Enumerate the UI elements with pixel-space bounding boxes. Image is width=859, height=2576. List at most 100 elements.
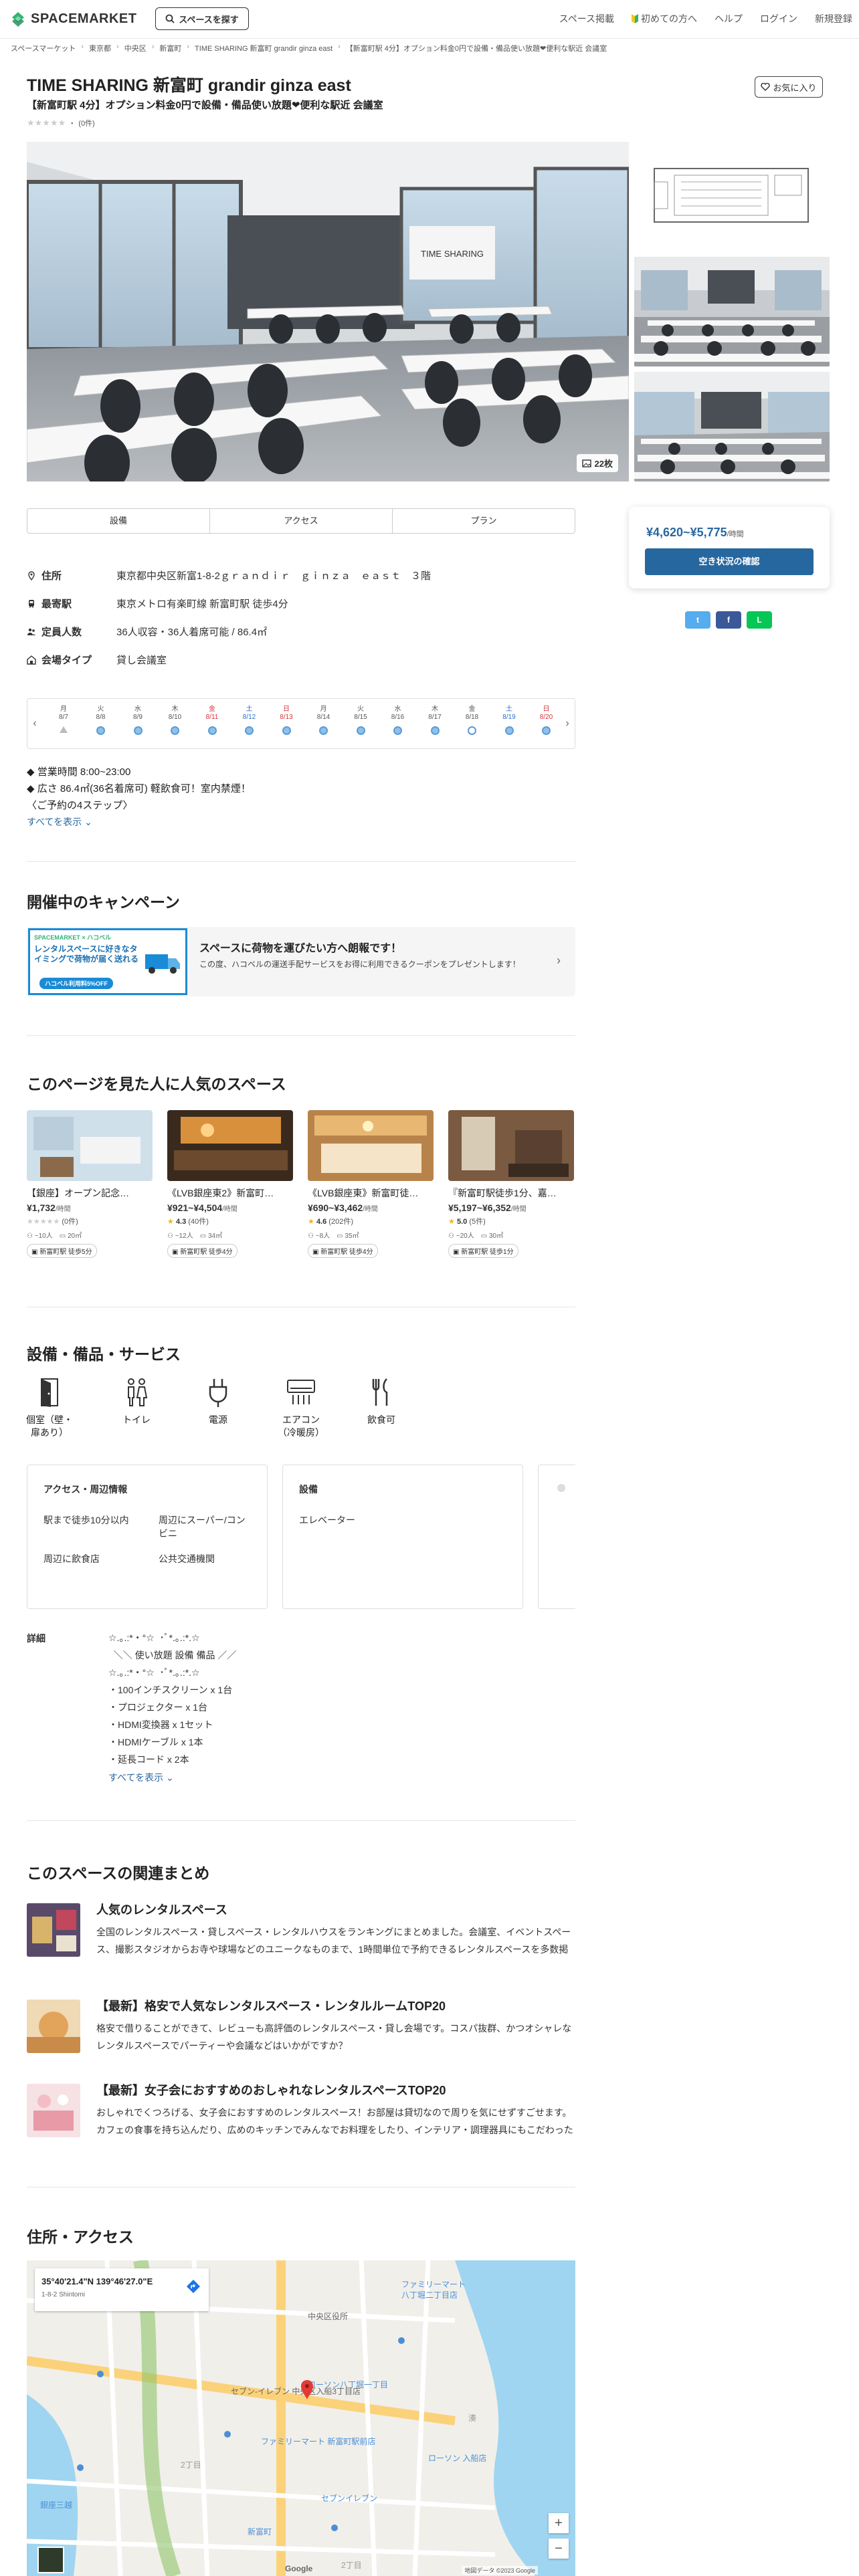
space-card[interactable]: 【銀座】オープン記念… ¥1,732/時間 ★★★★★ (0件) ⚇ ~10人 ▭ 20… — [27, 1110, 153, 1258]
favorite-button[interactable]: お気に入り — [755, 76, 823, 98]
related-article[interactable]: 人気のレンタルスペース 全国のレンタルスペース・貸しスペース・レンタルハウスをラ… — [27, 1901, 575, 1967]
card-price-value: ¥1,732 — [27, 1202, 56, 1213]
show-more-detail[interactable]: すべてを表示 ⌄ — [108, 1771, 174, 1784]
main-photo[interactable]: TIME SHARING 22枚 — [27, 142, 629, 481]
card-capacity-value: ~12人 — [175, 1232, 193, 1240]
card-image — [27, 1110, 153, 1181]
calendar-day[interactable]: 日 8/13 — [269, 703, 304, 735]
google-map[interactable]: ファミリーマート 八丁堀二丁目店 ローソン八丁堀一丁目 ファミリーマート 新富町… — [27, 2260, 575, 2576]
nav-help[interactable]: ヘルプ — [714, 12, 743, 25]
calendar-weekday: 月 — [60, 706, 67, 713]
room-thumbnail[interactable] — [634, 257, 830, 366]
rating-stars: ★★★★★ — [27, 118, 66, 128]
review-count[interactable]: (0件) — [78, 118, 94, 128]
booking-panel: ¥4,620~¥5,775/時間 空き状況の確認 — [629, 507, 830, 588]
campaign-banner: SPACEMARKET × ハコベル レンタルスペースに好きなタイミングで荷物が… — [28, 928, 187, 995]
twitter-share-button[interactable]: t — [685, 611, 710, 629]
room-thumbnail[interactable] — [634, 372, 830, 481]
directions-icon[interactable] — [186, 2279, 201, 2294]
calendar-day[interactable]: 土 8/19 — [492, 703, 527, 735]
card-name: 【銀座】オープン記念… — [27, 1188, 130, 1198]
card-meta: ⚇ ~10人 ▭ 20㎡ — [27, 1230, 153, 1240]
banner-text: レンタルスペースに好きなタイミングで荷物が届く送れる — [34, 944, 139, 964]
nav-signup[interactable]: 新規登録 — [815, 12, 852, 25]
campaign-card[interactable]: SPACEMARKET × ハコベル レンタルスペースに好きなタイミングで荷物が… — [27, 927, 575, 996]
card-area-value: 20㎡ — [67, 1232, 82, 1240]
calendar-day[interactable]: 水 8/9 — [120, 703, 155, 735]
card-price: ¥921~¥4,504/時間 — [167, 1202, 293, 1213]
calendar-date: 8/13 — [280, 714, 293, 721]
nav-list-space[interactable]: スペース掲載 — [559, 12, 614, 25]
calendar-day[interactable]: 土 8/12 — [232, 703, 267, 735]
calendar-date: 8/11 — [205, 714, 219, 721]
info-label: 定員人数 — [41, 627, 82, 638]
space-card[interactable]: 《LVB銀座東》新富町徒… ¥690~¥3,462/時間 ★ 4.6 (202件) ⚇… — [308, 1110, 434, 1258]
area-icon: ▭ — [337, 1232, 343, 1240]
calendar-next-button[interactable]: › — [560, 699, 575, 748]
tab-plans[interactable]: プラン — [393, 509, 575, 533]
calendar-day[interactable]: 木 8/17 — [417, 703, 452, 735]
card-station-value: 新富町駅 徒歩5分 — [39, 1249, 92, 1256]
card-name: 《LVB銀座東》新富町徒… — [308, 1188, 419, 1198]
zoom-in-button[interactable]: + — [549, 2513, 569, 2533]
nav-beginners[interactable]: 初めての方へ — [632, 12, 697, 25]
related-article[interactable]: 【最新】女子会におすすめのおしゃれなレンタルスペースTOP20 おしゃれでくつろ… — [27, 2081, 575, 2148]
breadcrumb-item[interactable]: 東京都 — [89, 43, 111, 53]
breadcrumb-item[interactable]: 中央区 — [124, 43, 147, 53]
tab-access[interactable]: アクセス — [210, 509, 393, 533]
check-availability-button[interactable]: 空き状況の確認 — [645, 548, 814, 575]
calendar-day[interactable]: 火 8/15 — [343, 703, 378, 735]
chevron-right-icon: › — [557, 954, 561, 967]
calendar-weekday: 日 — [283, 706, 290, 713]
line-share-button[interactable]: L — [747, 611, 772, 629]
map-label: 銀座三越 — [40, 2500, 72, 2510]
calendar-day[interactable]: 金 8/11 — [195, 703, 229, 735]
banner-brand: SPACEMARKET × ハコベル — [34, 934, 112, 941]
calendar-day[interactable]: 日 8/20 — [529, 703, 564, 735]
page-title: TIME SHARING 新富町 grandir ginza east — [27, 76, 351, 95]
available-icon — [282, 726, 291, 735]
space-card[interactable]: 『新富町駅徒歩1分、嘉… ¥5,197~¥6,352/時間 ★ 5.0 (5件) ⚇ … — [448, 1110, 574, 1258]
calendar-day[interactable]: 水 8/16 — [381, 703, 415, 735]
floorplan-thumbnail[interactable] — [634, 142, 830, 251]
closed-icon — [60, 726, 68, 733]
site-header: SPACEMARKET スペースを探す スペース掲載 初めての方へ ヘルプ ログ… — [0, 0, 859, 39]
breadcrumb-item[interactable]: スペースマーケット — [11, 43, 76, 53]
amenities-heading: 設備・備品・サービス — [27, 1346, 181, 1363]
calendar-day[interactable]: 月 8/14 — [306, 703, 341, 735]
calendar-day[interactable]: 木 8/10 — [158, 703, 193, 735]
photos-icon — [581, 459, 591, 467]
photo-count-badge[interactable]: 22枚 — [576, 454, 618, 472]
card-area-value: 34㎡ — [207, 1232, 223, 1240]
related-article[interactable]: 【最新】格安で人気なレンタルスペース・レンタルルームTOP20 格安で借りること… — [27, 1997, 575, 2064]
card-station: ▣ 新富町駅 徒歩5分 — [27, 1244, 97, 1258]
search-button[interactable]: スペースを探す — [155, 7, 249, 30]
map-label: セブン-イレブン 中央区入船3丁目店 — [231, 2386, 361, 2396]
breadcrumb-item[interactable]: 新富町 — [159, 43, 181, 53]
card-price-value: ¥921~¥4,504 — [167, 1202, 223, 1213]
show-more-description[interactable]: すべてを表示 ⌄ — [27, 814, 251, 831]
map-label: セブンイレブン — [321, 2493, 377, 2503]
campaign-heading: 開催中のキャンペーン — [27, 893, 180, 911]
card-station-value: 新富町駅 徒歩4分 — [180, 1249, 233, 1256]
calendar-day[interactable]: 金 8/18 — [455, 703, 490, 735]
zoom-out-button[interactable]: − — [549, 2539, 569, 2559]
satellite-toggle[interactable] — [37, 2547, 64, 2573]
logo[interactable]: SPACEMARKET — [9, 8, 136, 29]
floorplan-image — [654, 168, 809, 223]
calendar-day[interactable]: 火 8/8 — [84, 703, 118, 735]
card-price: ¥5,197~¥6,352/時間 — [448, 1202, 574, 1213]
nav-login[interactable]: ログイン — [760, 12, 797, 25]
facebook-share-button[interactable]: f — [716, 611, 741, 629]
calendar-day[interactable]: 月 8/7 — [46, 703, 81, 733]
tab-equipment[interactable]: 設備 — [27, 509, 210, 533]
breadcrumb-item[interactable]: TIME SHARING 新富町 grandir ginza east — [195, 43, 332, 53]
card-price-unit: /時間 — [55, 1206, 71, 1213]
article-image — [27, 2000, 80, 2053]
card-price-unit: /時間 — [510, 1206, 527, 1213]
space-card[interactable]: 《LVB銀座東2》新富町… ¥921~¥4,504/時間 ★ 4.3 (40件) ⚇ … — [167, 1110, 293, 1258]
more-box-peek[interactable] — [538, 1465, 575, 1609]
calendar-prev-button[interactable]: ‹ — [27, 699, 42, 748]
amenity-food: 飲食可 — [355, 1378, 408, 1426]
card-rating-row: ★ 4.6 (202件) — [308, 1216, 434, 1226]
